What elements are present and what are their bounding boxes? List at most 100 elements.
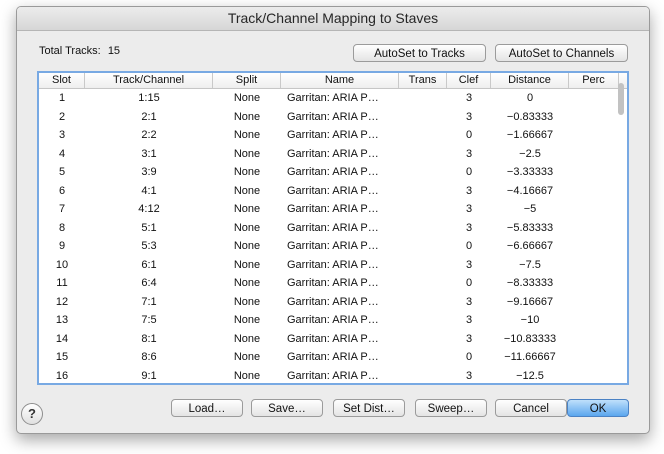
table-row[interactable]: 2 2:1 None Garritan: ARIA P… 3 −0.83333 <box>39 108 627 127</box>
cell-split: None <box>233 351 261 363</box>
cell-trans <box>399 145 447 164</box>
column-header-trans[interactable]: Trans <box>399 73 447 88</box>
column-header-slot[interactable]: Slot <box>39 73 85 88</box>
help-button[interactable]: ? <box>21 403 43 425</box>
cell-slot: 4 <box>58 147 66 160</box>
scrollbar-thumb[interactable] <box>618 83 624 115</box>
cell-clef: 0 <box>465 240 473 252</box>
column-header-perc[interactable]: Perc <box>569 73 619 88</box>
cell-trans <box>399 237 447 256</box>
column-header-distance[interactable]: Distance <box>491 73 569 88</box>
cell-split: None <box>233 166 261 178</box>
cell-name: Garritan: ARIA P… <box>287 295 379 308</box>
cell-slot: 10 <box>55 258 69 271</box>
cell-clef: 3 <box>465 147 473 160</box>
ok-button[interactable]: OK <box>567 399 629 417</box>
vertical-scrollbar[interactable] <box>617 75 625 371</box>
cell-split: None <box>233 184 261 197</box>
cell-name: Garritan: ARIA P… <box>287 184 379 197</box>
cell-name: Garritan: ARIA P… <box>287 129 379 141</box>
cell-split: None <box>233 332 261 345</box>
cell-perc <box>569 89 619 108</box>
cell-name: Garritan: ARIA P… <box>287 203 379 215</box>
cell-slot: 2 <box>58 110 66 123</box>
cancel-button[interactable]: Cancel <box>495 399 567 417</box>
track-table[interactable]: Slot Track/Channel Split Name Trans Clef… <box>37 71 629 385</box>
cell-distance: −5 <box>523 203 537 215</box>
cell-trans <box>399 89 447 108</box>
cell-track-channel: 6:4 <box>141 277 157 289</box>
cell-track-channel: 2:2 <box>141 129 157 141</box>
table-header: Slot Track/Channel Split Name Trans Clef… <box>39 73 627 89</box>
autoset-tracks-button[interactable]: AutoSet to Tracks <box>353 44 486 62</box>
table-row[interactable]: 1 1:15 None Garritan: ARIA P… 3 0 <box>39 89 627 108</box>
table-row[interactable]: 11 6:4 None Garritan: ARIA P… 0 −8.33333 <box>39 274 627 293</box>
table-row[interactable]: 5 3:9 None Garritan: ARIA P… 0 −3.33333 <box>39 163 627 182</box>
table-row[interactable]: 16 9:1 None Garritan: ARIA P… 3 −12.5 <box>39 367 627 384</box>
table-row[interactable]: 6 4:1 None Garritan: ARIA P… 3 −4.16667 <box>39 182 627 201</box>
cell-name: Garritan: ARIA P… <box>287 351 379 363</box>
table-row[interactable]: 7 4:12 None Garritan: ARIA P… 3 −5 <box>39 200 627 219</box>
table-row[interactable]: 13 7:5 None Garritan: ARIA P… 3 −10 <box>39 311 627 330</box>
table-row[interactable]: 3 2:2 None Garritan: ARIA P… 0 −1.66667 <box>39 126 627 145</box>
sweep-button[interactable]: Sweep… <box>415 399 487 417</box>
cell-trans <box>399 348 447 367</box>
column-header-clef[interactable]: Clef <box>447 73 491 88</box>
table-row[interactable]: 15 8:6 None Garritan: ARIA P… 0 −11.66667 <box>39 348 627 367</box>
cell-trans <box>399 200 447 219</box>
cell-split: None <box>233 221 261 234</box>
total-tracks-label: Total Tracks: <box>39 45 101 57</box>
total-tracks-value: 15 <box>107 45 121 57</box>
cell-slot: 7 <box>58 203 66 215</box>
cell-trans <box>399 311 447 330</box>
cell-distance: −11.66667 <box>504 351 556 363</box>
window-title: Track/Channel Mapping to Staves <box>17 7 649 31</box>
cell-clef: 3 <box>465 258 473 271</box>
table-row[interactable]: 10 6:1 None Garritan: ARIA P… 3 −7.5 <box>39 256 627 275</box>
table-row[interactable]: 12 7:1 None Garritan: ARIA P… 3 −9.16667 <box>39 293 627 312</box>
cell-clef: 3 <box>465 184 473 197</box>
cell-perc <box>569 163 619 182</box>
cell-slot: 1 <box>58 92 66 104</box>
cell-split: None <box>233 240 261 252</box>
cell-trans <box>399 163 447 182</box>
cell-slot: 6 <box>58 184 66 197</box>
column-header-track-channel[interactable]: Track/Channel <box>85 73 213 88</box>
cell-track-channel: 3:9 <box>141 166 157 178</box>
cell-perc <box>569 330 619 349</box>
table-row[interactable]: 4 3:1 None Garritan: ARIA P… 3 −2.5 <box>39 145 627 164</box>
cell-split: None <box>233 369 261 382</box>
cell-split: None <box>233 277 261 289</box>
cell-trans <box>399 126 447 145</box>
set-dist-button[interactable]: Set Dist… <box>333 399 405 417</box>
cell-track-channel: 7:1 <box>141 295 157 308</box>
cell-perc <box>569 219 619 238</box>
table-row[interactable]: 14 8:1 None Garritan: ARIA P… 3 −10.83333 <box>39 330 627 349</box>
cell-name: Garritan: ARIA P… <box>287 277 379 289</box>
cell-trans <box>399 367 447 384</box>
table-row[interactable]: 9 5:3 None Garritan: ARIA P… 0 −6.66667 <box>39 237 627 256</box>
cell-distance: −6.66667 <box>506 240 554 252</box>
cell-clef: 3 <box>465 369 473 382</box>
cell-perc <box>569 126 619 145</box>
column-header-name[interactable]: Name <box>281 73 399 88</box>
cell-perc <box>569 367 619 384</box>
cell-clef: 0 <box>465 277 473 289</box>
column-header-split[interactable]: Split <box>213 73 281 88</box>
cell-name: Garritan: ARIA P… <box>287 147 379 160</box>
load-button[interactable]: Load… <box>171 399 243 417</box>
cell-clef: 0 <box>465 129 473 141</box>
save-button[interactable]: Save… <box>251 399 323 417</box>
table-row[interactable]: 8 5:1 None Garritan: ARIA P… 3 −5.83333 <box>39 219 627 238</box>
cell-track-channel: 8:6 <box>141 351 157 363</box>
autoset-channels-button[interactable]: AutoSet to Channels <box>495 44 628 62</box>
cell-slot: 11 <box>56 277 68 289</box>
cell-track-channel: 5:3 <box>141 240 157 252</box>
cell-distance: −10.83333 <box>503 332 557 345</box>
cell-split: None <box>233 110 261 123</box>
cell-distance: −2.5 <box>519 147 541 160</box>
cell-slot: 12 <box>55 295 69 308</box>
cell-distance: −9.16667 <box>506 295 554 308</box>
cell-name: Garritan: ARIA P… <box>287 221 379 234</box>
cell-perc <box>569 274 619 293</box>
